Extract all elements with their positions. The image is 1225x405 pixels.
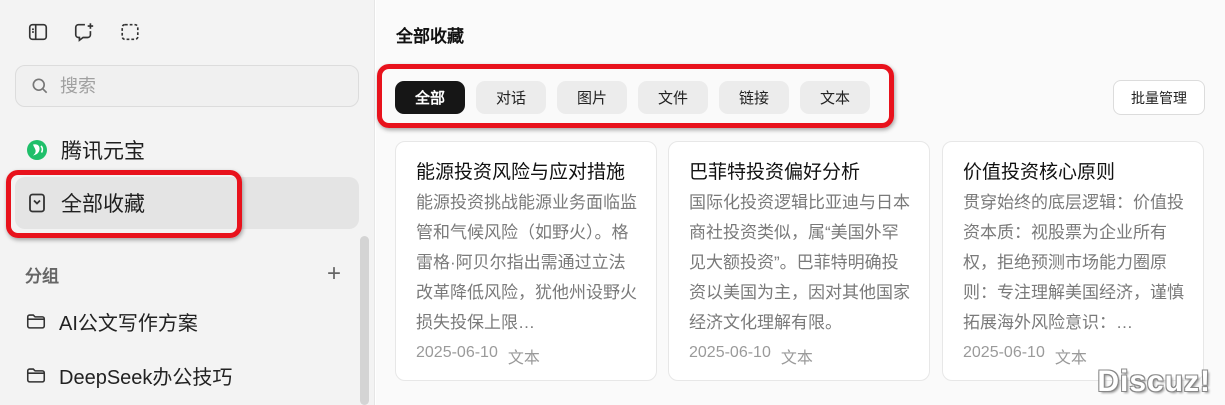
card-meta: 2025-06-10 文本	[689, 344, 813, 368]
yuanbao-logo-icon	[27, 140, 47, 160]
group-item-label: AI公文写作方案	[59, 312, 198, 335]
search-input[interactable]	[60, 75, 330, 97]
card-type: 文本	[1054, 350, 1087, 367]
favorite-card[interactable]: 巴菲特投资偏好分析 国际化投资逻辑比亚迪与日本商社投资类似，属“美国外罕见大额投…	[668, 141, 930, 381]
discuz-watermark: Discuz!	[1097, 365, 1211, 398]
select-area-icon[interactable]	[118, 20, 142, 44]
card-title: 能源投资风险与应对措施	[416, 162, 626, 183]
card-meta: 2025-06-10 文本	[416, 344, 540, 368]
sidebar-item-label: 腾讯元宝	[61, 140, 145, 163]
group-item-label: DeepSeek办公技巧	[59, 366, 233, 389]
group-item-ai-writing[interactable]: AI公文写作方案	[25, 303, 345, 339]
card-date: 2025-06-10	[689, 344, 771, 361]
app-window: 腾讯元宝 全部收藏 分组 + AI公文写作方案 De	[0, 0, 1225, 405]
groups-heading: 分组	[25, 266, 59, 286]
folder-icon	[26, 368, 46, 383]
card-type: 文本	[780, 350, 813, 367]
filter-image[interactable]: 图片	[557, 81, 627, 114]
card-body: 能源投资挑战能源业务面临监管和气候风险（如野火）。格雷格·阿贝尔指出需通过立法改…	[416, 193, 637, 332]
card-title: 价值投资核心原则	[963, 162, 1116, 183]
sidebar: 腾讯元宝 全部收藏 分组 + AI公文写作方案 De	[0, 0, 375, 405]
card-date: 2025-06-10	[963, 344, 1045, 361]
batch-manage-button[interactable]: 批量管理	[1113, 80, 1205, 115]
filter-all[interactable]: 全部	[395, 81, 465, 114]
card-body: 贯穿始终的底层逻辑：价值投资本质：视股票为企业所有权，拒绝预测市场能力圈原则：专…	[963, 193, 1184, 332]
sidebar-scrollbar[interactable]	[360, 236, 369, 405]
page-title: 全部收藏	[396, 27, 464, 46]
card-meta: 2025-06-10 文本	[963, 344, 1087, 368]
filter-text[interactable]: 文本	[800, 81, 870, 114]
folder-icon	[26, 314, 46, 329]
search-box[interactable]	[15, 65, 359, 107]
filter-link[interactable]: 链接	[719, 81, 789, 114]
add-group-button[interactable]: +	[323, 262, 345, 286]
filter-file[interactable]: 文件	[638, 81, 708, 114]
group-item-deepseek[interactable]: DeepSeek办公技巧	[25, 357, 345, 393]
favorite-card[interactable]: 能源投资风险与应对措施 能源投资挑战能源业务面临监管和气候风险（如野火）。格雷格…	[395, 141, 657, 381]
sidebar-item-label: 全部收藏	[61, 193, 145, 216]
favorite-card[interactable]: 价值投资核心原则 贯穿始终的底层逻辑：价值投资本质：视股票为企业所有权，拒绝预测…	[942, 141, 1204, 381]
filter-chat[interactable]: 对话	[476, 81, 546, 114]
sidebar-item-all-favorites[interactable]: 全部收藏	[15, 177, 359, 229]
bookmark-icon	[29, 193, 45, 213]
card-date: 2025-06-10	[416, 344, 498, 361]
sidebar-toolbar	[26, 20, 142, 46]
card-body: 国际化投资逻辑比亚迪与日本商社投资类似，属“美国外罕见大额投资”。巴菲特明确投资…	[689, 193, 910, 332]
sidebar-item-yuanbao[interactable]: 腾讯元宝	[15, 124, 359, 176]
filter-tabs: 全部 对话 图片 文件 链接 文本	[395, 81, 870, 114]
new-chat-icon[interactable]	[72, 20, 96, 44]
toggle-sidebar-icon[interactable]	[26, 20, 50, 44]
card-type: 文本	[507, 350, 540, 367]
groups-header: 分组 +	[25, 262, 345, 286]
search-icon	[32, 78, 48, 94]
main-panel: 全部收藏 全部 对话 图片 文件 链接 文本 批量管理 能源投资风险与应对措施 …	[376, 0, 1225, 405]
card-title: 巴菲特投资偏好分析	[689, 162, 861, 183]
